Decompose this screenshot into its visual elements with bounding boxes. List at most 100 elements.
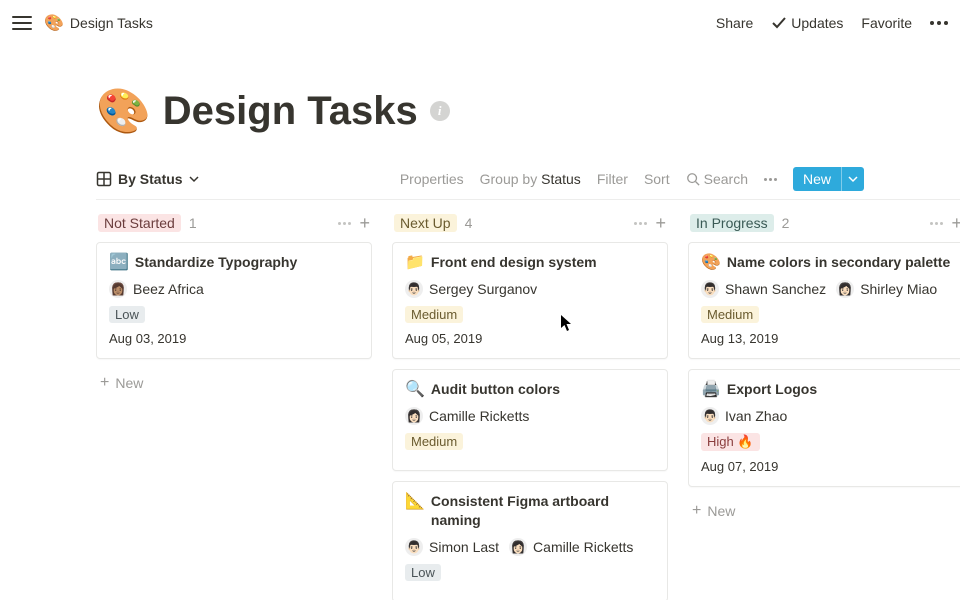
column-more-icon[interactable] [634, 222, 647, 225]
card-date: Aug 13, 2019 [701, 331, 951, 346]
chevron-down-icon [189, 174, 199, 184]
card-icon: 🔤 [109, 253, 129, 272]
search-button[interactable]: Search [686, 171, 748, 187]
priority-badge: High 🔥 [701, 433, 760, 451]
assignee-list: 👨🏻Shawn Sanchez 👩🏻 Shirley Miao [701, 280, 951, 298]
card-title: Standardize Typography [135, 253, 297, 272]
filter-button[interactable]: Filter [597, 171, 628, 187]
breadcrumb-title: Design Tasks [70, 15, 153, 31]
hamburger-menu-icon[interactable] [12, 13, 32, 33]
assignee-name: Sergey Surganov [429, 281, 537, 297]
assignee-name: Shirley Miao [860, 281, 937, 297]
card-date: Aug 07, 2019 [701, 459, 951, 474]
assignee-name: Simon Last [429, 539, 499, 555]
properties-button[interactable]: Properties [400, 171, 464, 187]
task-card[interactable]: 📁 Front end design system 👨🏻 Sergey Surgano… [392, 242, 668, 359]
avatar: 👨🏻 [405, 538, 423, 556]
task-card[interactable]: 🖨️Export Logos👨🏻Ivan ZhaoHigh 🔥Aug 07, 2… [688, 369, 960, 487]
view-picker[interactable]: By Status [96, 171, 199, 187]
assignee: 👩🏻Camille Ricketts [509, 538, 633, 556]
chevron-down-icon [848, 174, 858, 184]
card-icon: 📐 [405, 492, 425, 511]
card-title: Audit button colors [431, 380, 560, 399]
card-date: Aug 05, 2019 [405, 331, 655, 346]
assignee-list: 👨🏻Ivan Zhao [701, 407, 951, 425]
column-add-icon[interactable]: + [359, 214, 370, 232]
priority-badge: Medium [405, 306, 463, 323]
group-by-button[interactable]: Group by Status [480, 171, 581, 187]
info-icon[interactable]: i [430, 101, 450, 121]
column-more-icon[interactable] [930, 222, 943, 225]
sort-button[interactable]: Sort [644, 171, 670, 187]
task-card[interactable]: 🔤 Standardize Typography 👩🏽 Beez Africa Low A… [96, 242, 372, 359]
new-dropdown-icon[interactable] [841, 167, 864, 191]
plus-icon: + [100, 375, 109, 391]
status-pill: In Progress [690, 214, 774, 232]
column-header[interactable]: In Progress 2 + [688, 214, 960, 232]
priority-badge: Medium [405, 433, 463, 450]
add-card-button[interactable]: + New [96, 369, 372, 397]
column-header[interactable]: Not Started1+ [96, 214, 372, 232]
add-card-button[interactable]: +New [688, 497, 960, 525]
board-column-not_started: Not Started1+🔤Standardize Typography👩🏽Be… [96, 214, 372, 600]
card-icon: 🔍 [405, 380, 425, 399]
priority-badge: Medium [701, 306, 759, 323]
assignee-name: Beez Africa [133, 281, 204, 297]
check-icon [771, 15, 787, 31]
assignee-list: 👨🏻 Sergey Surganov [405, 280, 655, 298]
assignee-list: 👩🏽 Beez Africa [109, 280, 359, 298]
favorite-button[interactable]: Favorite [861, 15, 912, 31]
new-button[interactable]: New [793, 167, 864, 191]
card-title: Consistent Figma artboard naming [431, 492, 655, 530]
column-add-icon[interactable]: + [655, 214, 666, 232]
assignee: 👩🏽 Beez Africa [109, 280, 204, 298]
breadcrumb[interactable]: 🎨 Design Tasks [44, 13, 153, 33]
card-title: Name colors in secondary palette [727, 253, 950, 272]
page-icon-small: 🎨 [44, 13, 64, 33]
board-column-next_up: Next Up 4 + 📁 Front end design system 👨🏻 Serge… [392, 214, 668, 600]
task-card[interactable]: 📐 Consistent Figma artboard naming 👨🏻 Simon… [392, 481, 668, 600]
assignee-name: Camille Ricketts [429, 408, 529, 424]
assignee: 👨🏻Ivan Zhao [701, 407, 787, 425]
task-card[interactable]: 🎨 Name colors in secondary palette 👨🏻Shawn… [688, 242, 960, 359]
task-card[interactable]: 🔍 Audit button colors 👩🏻 Camille Ricketts Me… [392, 369, 668, 471]
card-title: Front end design system [431, 253, 597, 272]
assignee: 👩🏻 Shirley Miao [836, 280, 937, 298]
assignee-name: Ivan Zhao [725, 408, 787, 424]
more-menu-icon[interactable] [930, 21, 948, 25]
assignee: 👨🏻 Simon Last [405, 538, 499, 556]
priority-badge: Low [109, 306, 145, 323]
page-icon[interactable]: 🎨 [96, 85, 151, 137]
avatar: 👩🏽 [109, 280, 127, 298]
card-icon: 🖨️ [701, 380, 721, 399]
card-date: Aug 03, 2019 [109, 331, 359, 346]
plus-icon: + [692, 503, 701, 519]
column-count: 1 [189, 215, 197, 231]
board-column-in_progress: In Progress 2 + 🎨 Name colors in secondary p… [688, 214, 960, 600]
board-icon [96, 171, 112, 187]
status-pill: Next Up [394, 214, 457, 232]
avatar: 👩🏻 [836, 280, 854, 298]
avatar: 👨🏻 [405, 280, 423, 298]
updates-button[interactable]: Updates [771, 15, 843, 31]
column-count: 4 [465, 215, 473, 231]
column-count: 2 [782, 215, 790, 231]
avatar: 👨🏻 [701, 280, 719, 298]
assignee: 👨🏻 Sergey Surganov [405, 280, 537, 298]
column-add-icon[interactable]: + [951, 214, 960, 232]
priority-badge: Low [405, 564, 441, 581]
page-title[interactable]: Design Tasks [163, 89, 418, 134]
assignee-list: 👩🏻 Camille Ricketts [405, 407, 655, 425]
assignee: 👨🏻Shawn Sanchez [701, 280, 826, 298]
share-button[interactable]: Share [716, 15, 753, 31]
avatar: 👩🏻 [405, 407, 423, 425]
card-icon: 📁 [405, 253, 425, 272]
column-more-icon[interactable] [338, 222, 351, 225]
avatar: 👩🏻 [509, 538, 527, 556]
column-header[interactable]: Next Up 4 + [392, 214, 668, 232]
search-icon [686, 172, 700, 186]
card-icon: 🎨 [701, 253, 721, 272]
view-more-icon[interactable] [764, 178, 777, 181]
assignee-list: 👨🏻 Simon Last 👩🏻Camille Ricketts [405, 538, 655, 556]
add-card-label: New [115, 375, 143, 391]
